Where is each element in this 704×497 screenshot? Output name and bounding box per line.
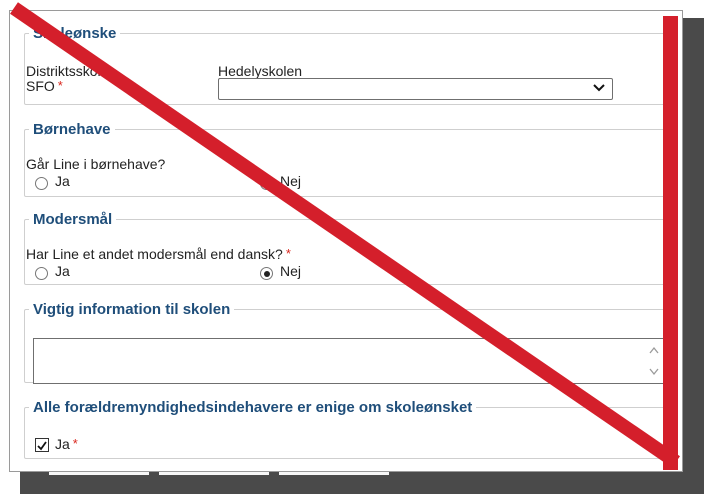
- mother-tongue-section: Modersmål Har Line et andet modersmål en…: [24, 211, 665, 285]
- agreement-legend: Alle forældremyndighedsindehavere er eni…: [33, 399, 473, 416]
- tab-stub: [49, 472, 149, 475]
- kindergarten-radio-ja[interactable]: [35, 177, 48, 190]
- important-info-section: Vigtig information til skolen: [24, 301, 665, 384]
- sfo-label-text: SFO: [26, 78, 55, 94]
- kindergarten-radio-nej[interactable]: [260, 177, 273, 190]
- mother-tongue-legend: Modersmål: [33, 211, 113, 228]
- agreement-option-label: Ja: [55, 436, 70, 452]
- textarea-scrollbar[interactable]: [647, 341, 661, 381]
- kindergarten-section: Børnehave Går Line i børnehave? Ja Nej: [24, 121, 665, 197]
- required-asterisk: *: [285, 246, 291, 261]
- agreement-section: Alle forældremyndighedsindehavere er eni…: [24, 399, 665, 459]
- school-application-form: Skoleønske Distriktsskole Hedelyskolen S…: [9, 10, 683, 472]
- strike-vertical-bar: [663, 16, 678, 470]
- required-asterisk: *: [57, 78, 63, 93]
- sfo-label: SFO *: [26, 78, 63, 94]
- required-asterisk: *: [72, 436, 78, 451]
- checkmark-icon: [37, 441, 47, 451]
- school-choice-section: Skoleønske Distriktsskole Hedelyskolen S…: [24, 25, 665, 105]
- kindergarten-option-nej: Nej: [280, 173, 302, 189]
- important-info-textarea[interactable]: [33, 338, 664, 384]
- chevron-down-icon: [593, 84, 605, 92]
- chevron-up-icon: [649, 346, 659, 354]
- tab-stub: [159, 472, 269, 475]
- agreement-checkbox[interactable]: [35, 438, 49, 452]
- sfo-select[interactable]: [218, 78, 613, 100]
- agreement-option: Ja *: [55, 436, 78, 452]
- district-school-value: Hedelyskolen: [218, 63, 303, 79]
- mother-tongue-option-nej: Nej: [280, 263, 302, 279]
- mother-tongue-question-text: Har Line et andet modersmål end dansk?: [26, 246, 283, 262]
- bottom-tab-strip: [9, 472, 683, 475]
- school-choice-legend: Skoleønske: [33, 25, 117, 42]
- mother-tongue-question: Har Line et andet modersmål end dansk? *: [26, 246, 291, 262]
- tab-stub: [279, 472, 389, 475]
- mother-tongue-radio-nej[interactable]: [260, 267, 273, 280]
- district-school-label: Distriktsskole: [26, 63, 109, 79]
- mother-tongue-option-ja: Ja: [55, 263, 70, 279]
- kindergarten-option-ja: Ja: [55, 173, 70, 189]
- important-info-legend: Vigtig information til skolen: [33, 301, 231, 318]
- kindergarten-legend: Børnehave: [33, 121, 111, 138]
- chevron-down-icon: [649, 368, 659, 376]
- kindergarten-question: Går Line i børnehave?: [26, 156, 166, 172]
- mother-tongue-radio-ja[interactable]: [35, 267, 48, 280]
